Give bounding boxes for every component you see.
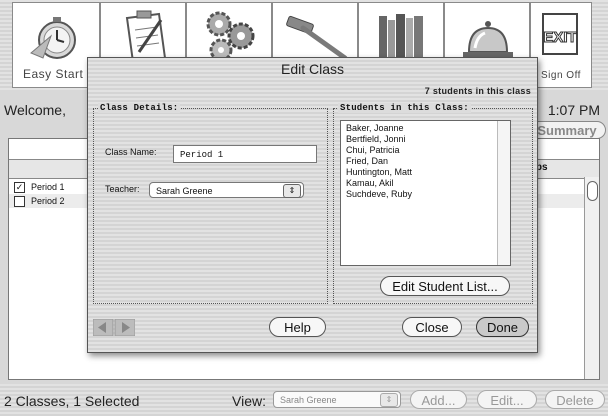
exit-sign-icon: EXIT (542, 13, 578, 55)
clock-time: 1:07 PM (547, 102, 600, 118)
row-checkbox[interactable] (14, 196, 25, 207)
teacher-select[interactable]: Sarah Greene ⇕ (149, 182, 304, 198)
student-item[interactable]: Baker, Joanne (346, 123, 404, 134)
nav-arrows[interactable] (93, 319, 135, 336)
class-list-scrollbar[interactable] (584, 177, 599, 379)
delete-button[interactable]: Delete (545, 390, 605, 409)
stopwatch-icon (30, 17, 76, 59)
class-details-title: Class Details: (98, 103, 181, 113)
edit-button[interactable]: Edit... (477, 390, 537, 409)
class-row-name: Period 2 (31, 196, 65, 206)
teacher-label: Teacher: (105, 184, 140, 194)
view-select[interactable]: Sarah Greene ⇕ (273, 391, 401, 408)
help-button[interactable]: Help (269, 317, 326, 337)
add-button[interactable]: Add... (410, 390, 467, 409)
student-item[interactable]: Huntington, Matt (346, 167, 412, 178)
summary-button[interactable]: Summary (528, 121, 606, 139)
students-scrollbar[interactable] (497, 121, 510, 265)
view-label: View: (232, 393, 266, 409)
chevron-updown-icon: ⇕ (380, 393, 398, 407)
books-icon (377, 14, 427, 59)
student-item[interactable]: Chui, Patricia (346, 145, 400, 156)
student-item[interactable]: Suchdeve, Ruby (346, 189, 412, 200)
chevron-updown-icon: ⇕ (283, 184, 301, 198)
selection-status: 2 Classes, 1 Selected (4, 393, 140, 409)
teacher-select-value: Sarah Greene (156, 186, 213, 196)
hammer-icon (286, 15, 348, 61)
student-item[interactable]: Fried, Dan (346, 156, 388, 167)
close-button[interactable]: Close (402, 317, 462, 337)
exit-sign-text: EXIT (543, 29, 576, 46)
edit-student-list-button[interactable]: Edit Student List... (380, 276, 510, 296)
edit-class-dialog: Edit Class 7 students in this class Clas… (87, 57, 538, 353)
dialog-title: Edit Class (280, 61, 345, 77)
class-row-name: Period 1 (31, 182, 65, 192)
student-count: 7 students in this class (424, 86, 531, 96)
sign-off-button[interactable]: EXIT Sign Off (530, 2, 592, 88)
class-details-group: Class Details: (93, 103, 328, 304)
clipboard-icon (125, 10, 167, 63)
row-checkbox[interactable]: ✓ (14, 182, 25, 193)
gears-icon (206, 11, 255, 62)
student-item[interactable]: Bertfield, Jonni (346, 134, 406, 145)
students-list[interactable]: Baker, Joanne Bertfield, Jonni Chui, Pat… (340, 120, 511, 266)
class-name-label: Class Name: (105, 147, 157, 157)
class-name-input[interactable]: Period 1 (173, 145, 317, 163)
welcome-text: Welcome, (4, 102, 66, 118)
student-item[interactable]: Kamau, Akil (346, 178, 394, 189)
students-title: Students in this Class: (338, 103, 471, 113)
scroll-thumb[interactable] (587, 181, 598, 201)
sign-off-label: Sign Off (541, 70, 581, 81)
service-bell-icon (463, 21, 513, 58)
done-button[interactable]: Done (476, 317, 529, 337)
view-select-value: Sarah Greene (280, 395, 337, 405)
